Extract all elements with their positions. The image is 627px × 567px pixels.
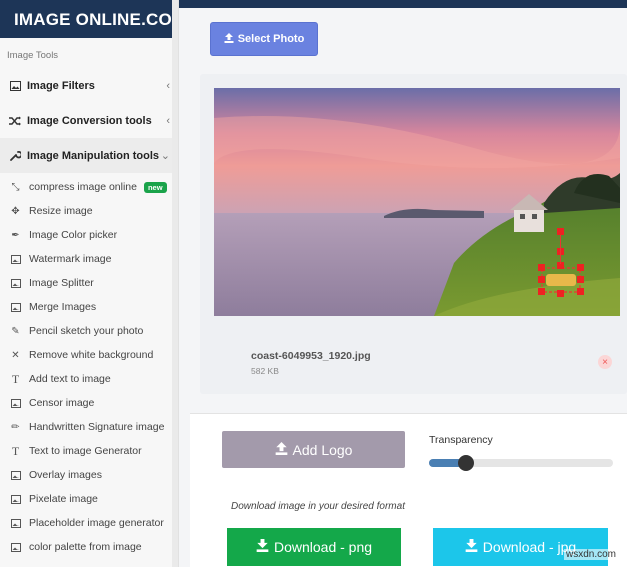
close-icon: ✕: [11, 349, 20, 361]
sidebar-item-pencil-sketch[interactable]: ✎ Pencil sketch your photo: [0, 319, 178, 343]
file-name: coast-6049953_1920.jpg: [251, 350, 371, 362]
sidebar-item-resize[interactable]: ✥ Resize image: [0, 199, 178, 223]
sidebar-item-label: Censor image: [29, 397, 95, 409]
download-icon: [256, 539, 269, 555]
remove-photo-button[interactable]: ×: [598, 355, 612, 369]
select-photo-label: Select Photo: [237, 33, 305, 45]
sidebar-item-overlay[interactable]: Overlay images: [0, 463, 178, 487]
sidebar-item-label: Handwritten Signature image: [29, 421, 165, 433]
menu-image-conversion[interactable]: Image Conversion tools ‹: [0, 103, 178, 138]
photo-card: coast-6049953_1920.jpg 582 KB ×: [200, 74, 627, 394]
watermark-text: wsxdn.com: [564, 549, 619, 560]
add-logo-button[interactable]: Add Logo: [222, 431, 405, 468]
add-logo-label: Add Logo: [292, 441, 353, 458]
image-icon: [9, 398, 22, 408]
sidebar-item-watermark[interactable]: Watermark image: [0, 247, 178, 271]
menu-label: Image Filters: [27, 79, 95, 92]
image-icon: [9, 494, 22, 504]
pencil-icon: ✏: [11, 421, 20, 433]
sidebar-item-label: compress image online: [29, 181, 137, 193]
sidebar-item-label: Watermark image: [29, 253, 112, 265]
sidebar-item-label: Text to image Generator: [29, 445, 142, 457]
image-icon: [9, 518, 22, 528]
arrows-move-icon: ✥: [11, 205, 20, 217]
transparency-label: Transparency: [429, 434, 493, 446]
sidebar-item-splitter[interactable]: Image Splitter: [0, 271, 178, 295]
site-logo[interactable]: IMAGE ONLINE.CO: [0, 0, 178, 38]
sidebar-item-label: color palette from image: [29, 541, 142, 553]
menu-label: Image Manipulation tools: [27, 149, 160, 162]
sidebar-item-merge[interactable]: Merge Images: [0, 295, 178, 319]
upload-icon: [224, 32, 234, 46]
sidebar-item-label: Merge Images: [29, 301, 97, 313]
chevron-left-icon: ‹: [166, 79, 170, 92]
sidebar-item-label: Pixelate image: [29, 493, 98, 505]
file-size: 582 KB: [251, 366, 279, 376]
sidebar-item-color-picker[interactable]: ✒ Image Color picker: [0, 223, 178, 247]
top-bar: [179, 0, 627, 8]
uploaded-photo[interactable]: [214, 88, 620, 316]
shuffle-icon: [8, 116, 22, 126]
options-panel: Add Logo Transparency Download image in …: [190, 413, 627, 567]
sidebar-item-signature[interactable]: ✏ Handwritten Signature image: [0, 415, 178, 439]
text-icon: T: [11, 371, 20, 386]
image-icon: [9, 278, 22, 288]
download-jpg-button[interactable]: Download - jpg: [433, 528, 608, 566]
wrench-icon: [8, 150, 22, 161]
transparency-slider[interactable]: [429, 455, 613, 471]
menu-image-filters[interactable]: Image Filters ‹: [0, 68, 178, 103]
download-jpg-label: Download - jpg: [482, 539, 577, 555]
sidebar-item-placeholder[interactable]: Placeholder image generator: [0, 511, 178, 535]
new-badge: new: [143, 181, 167, 193]
chevron-left-icon: ‹: [166, 114, 170, 127]
sidebar-item-color-palette[interactable]: color palette from image: [0, 535, 178, 559]
close-icon: ×: [602, 356, 608, 368]
sidebar-item-label: Image Splitter: [29, 277, 94, 289]
select-photo-button[interactable]: Select Photo: [210, 22, 318, 56]
sidebar-item-pixelate[interactable]: Pixelate image: [0, 487, 178, 511]
sidebar: IMAGE ONLINE.CO Image Tools Image Filter…: [0, 0, 179, 567]
sidebar-item-text-to-image[interactable]: T Text to image Generator: [0, 439, 178, 463]
sidebar-item-label: Overlay images: [29, 469, 102, 481]
text-icon: T: [11, 443, 20, 458]
slider-handle[interactable]: [457, 455, 474, 471]
download-icon: [465, 539, 478, 555]
section-label: Image Tools: [7, 50, 59, 61]
image-icon: [9, 254, 22, 264]
sidebar-item-censor[interactable]: Censor image: [0, 391, 178, 415]
sidebar-item-label: Image Color picker: [29, 229, 118, 241]
main-content: Select Photo coast-6049953_1920.jpg 582 …: [190, 8, 627, 567]
sidebar-item-label: Add text to image: [29, 373, 111, 385]
tool-list: ⤡ compress image online new ✥ Resize ima…: [0, 173, 178, 559]
sidebar-item-remove-bg[interactable]: ✕ Remove white background: [0, 343, 178, 367]
edit-icon: ✎: [11, 325, 20, 337]
upload-icon: [275, 441, 288, 458]
sidebar-item-label: Remove white background: [29, 349, 154, 361]
menu-image-manipulation[interactable]: Image Manipulation tools ⌄: [0, 138, 178, 173]
image-icon: [9, 470, 22, 480]
image-icon: [9, 302, 22, 312]
chevron-down-icon: ⌄: [160, 150, 170, 162]
eyedropper-icon: ✒: [11, 229, 20, 241]
sidebar-item-label: Pencil sketch your photo: [29, 325, 144, 337]
sidebar-item-label: Resize image: [29, 205, 93, 217]
sidebar-item-compress[interactable]: ⤡ compress image online new: [0, 175, 178, 199]
sidebar-item-add-text[interactable]: T Add text to image: [0, 367, 178, 391]
download-png-label: Download - png: [273, 539, 373, 555]
download-png-button[interactable]: Download - png: [227, 528, 401, 566]
download-caption: Download image in your desired format: [231, 501, 405, 512]
menu-label: Image Conversion tools: [27, 114, 152, 127]
image-icon: [8, 80, 22, 91]
sidebar-scrollbar[interactable]: [172, 0, 178, 567]
image-icon: [9, 542, 22, 552]
sidebar-item-label: Placeholder image generator: [29, 517, 164, 529]
compress-icon: ⤡: [11, 181, 20, 193]
